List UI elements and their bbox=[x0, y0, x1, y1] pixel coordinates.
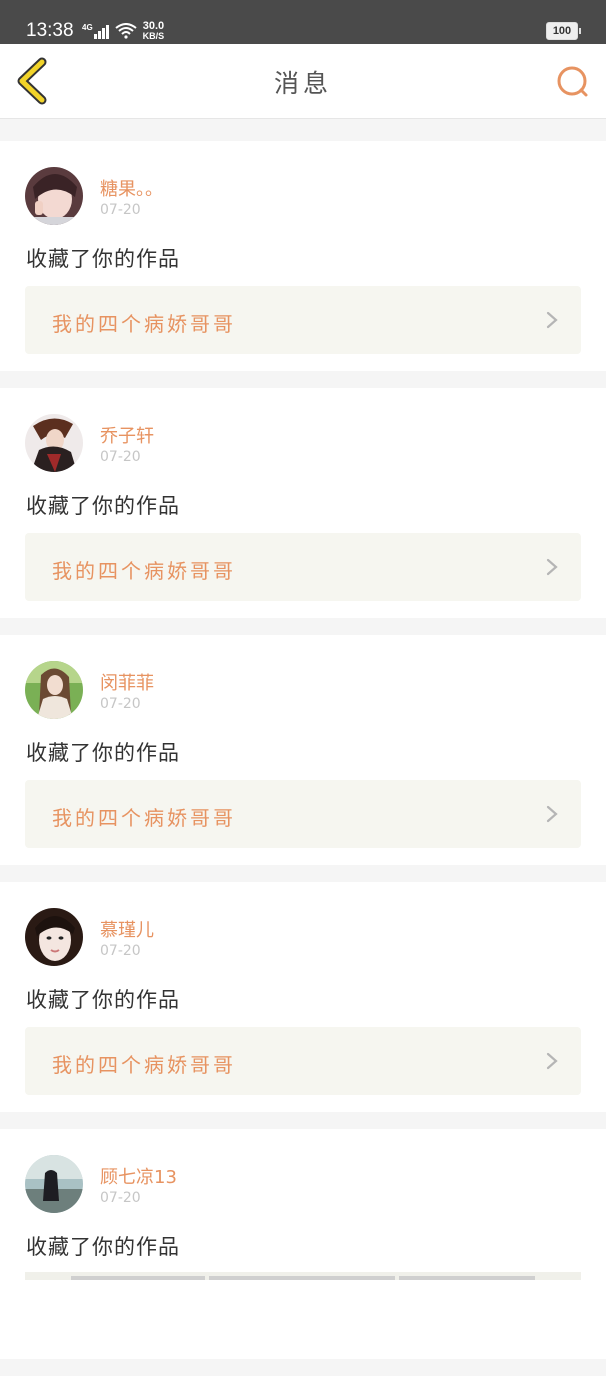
message-text: 收藏了你的作品 bbox=[26, 1235, 180, 1259]
work-title: 我的四个病娇哥哥 bbox=[52, 559, 236, 583]
user-name[interactable]: 糖果。。 bbox=[100, 175, 163, 201]
message-card: 慕瑾儿 07-20 收藏了你的作品 我的四个病娇哥哥 bbox=[0, 882, 606, 1112]
page-title: 消息 bbox=[273, 69, 332, 98]
message-card: 闵菲菲 07-20 收藏了你的作品 我的四个病娇哥哥 bbox=[0, 635, 606, 865]
work-title: 我的四个病娇哥哥 bbox=[52, 312, 236, 336]
message-card: 乔子轩 07-20 收藏了你的作品 我的四个病娇哥哥 bbox=[0, 388, 606, 618]
work-title: 我的四个病娇哥哥 bbox=[52, 806, 236, 830]
work-link[interactable]: 我的四个病娇哥哥 bbox=[25, 1027, 581, 1095]
chevron-right-icon bbox=[546, 558, 558, 576]
wifi-icon bbox=[115, 23, 137, 39]
avatar[interactable] bbox=[25, 908, 83, 966]
status-time: 13:38 bbox=[26, 20, 74, 41]
avatar[interactable] bbox=[25, 414, 83, 472]
avatar[interactable] bbox=[25, 1155, 83, 1213]
avatar[interactable] bbox=[25, 661, 83, 719]
message-date: 07-20 bbox=[100, 943, 141, 959]
message-card: 顾七凉13 07-20 收藏了你的作品 bbox=[0, 1129, 606, 1359]
work-link[interactable]: 我的四个病娇哥哥 bbox=[25, 780, 581, 848]
network-speed: 30.0 KB/S bbox=[142, 20, 165, 42]
message-text: 收藏了你的作品 bbox=[26, 741, 180, 765]
message-text: 收藏了你的作品 bbox=[26, 494, 180, 518]
signal-icon: 4G bbox=[82, 23, 109, 39]
message-date: 07-20 bbox=[100, 202, 141, 218]
message-card: 糖果。。 07-20 收藏了你的作品 我的四个病娇哥哥 bbox=[0, 141, 606, 371]
user-name[interactable]: 慕瑾儿 bbox=[100, 916, 154, 942]
work-link[interactable]: 我的四个病娇哥哥 bbox=[25, 286, 581, 354]
status-bar: 13:38 4G 30.0 KB/S 100 bbox=[0, 0, 606, 44]
chevron-right-icon bbox=[546, 805, 558, 823]
partial-work-link[interactable] bbox=[25, 1272, 581, 1280]
status-icons: 4G 30.0 KB/S bbox=[82, 20, 164, 42]
message-text: 收藏了你的作品 bbox=[26, 247, 180, 271]
battery-indicator: 100 bbox=[546, 22, 581, 40]
search-icon bbox=[557, 66, 588, 97]
message-date: 07-20 bbox=[100, 449, 141, 465]
message-text: 收藏了你的作品 bbox=[26, 988, 180, 1012]
user-name[interactable]: 顾七凉13 bbox=[100, 1163, 177, 1189]
chevron-right-icon bbox=[546, 311, 558, 329]
avatar[interactable] bbox=[25, 167, 83, 225]
search-button[interactable] bbox=[552, 62, 592, 102]
work-link[interactable]: 我的四个病娇哥哥 bbox=[25, 533, 581, 601]
chevron-right-icon bbox=[546, 1052, 558, 1070]
user-name[interactable]: 闵菲菲 bbox=[100, 669, 154, 695]
network-type: 4G bbox=[82, 23, 93, 32]
work-title: 我的四个病娇哥哥 bbox=[52, 1053, 236, 1077]
message-date: 07-20 bbox=[100, 1190, 141, 1206]
message-date: 07-20 bbox=[100, 696, 141, 712]
top-navigation-bar: 消息 bbox=[0, 44, 606, 119]
user-name[interactable]: 乔子轩 bbox=[100, 422, 154, 448]
message-list: 糖果。。 07-20 收藏了你的作品 我的四个病娇哥哥 乔子轩 07-20 收藏… bbox=[0, 141, 606, 1376]
